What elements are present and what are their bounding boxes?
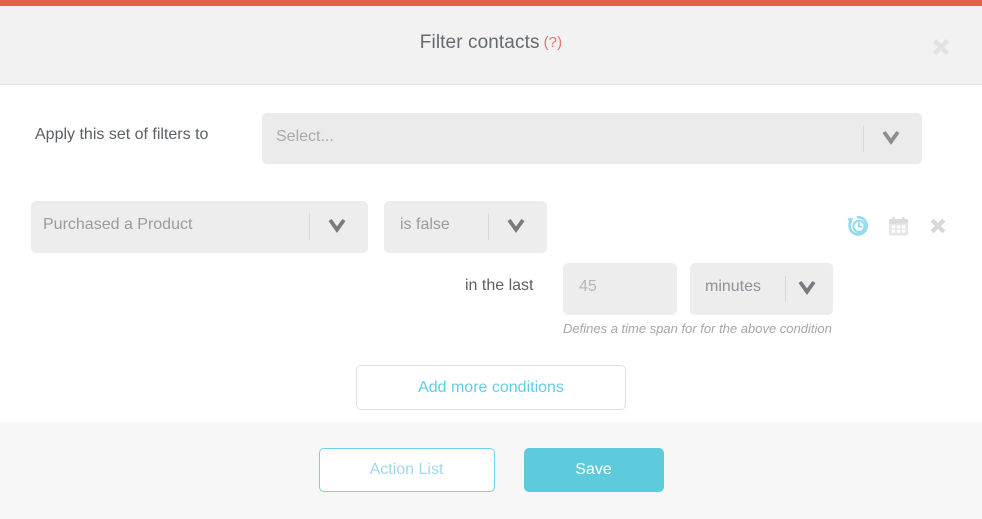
apply-filters-row: Apply this set of filters to Select...	[0, 113, 982, 164]
condition-field-select[interactable]: Purchased a Product	[31, 201, 368, 253]
time-span-row: in the last 45 minutes Defines a time sp…	[0, 263, 982, 336]
time-span-amount-placeholder: 45	[579, 278, 597, 295]
time-span-unit-select[interactable]: minutes	[690, 263, 833, 315]
chevron-down-icon[interactable]	[879, 130, 903, 147]
apply-filters-label: Apply this set of filters to	[35, 126, 209, 143]
remove-condition-icon[interactable]	[924, 212, 952, 240]
modal-header: Filter contacts (?)	[0, 6, 982, 85]
chevron-down-icon[interactable]	[795, 280, 819, 297]
modal-footer: Action List Save	[0, 422, 982, 519]
chevron-down-icon[interactable]	[325, 218, 349, 235]
save-button[interactable]: Save	[523, 448, 664, 492]
calendar-icon[interactable]	[884, 212, 912, 240]
help-marker[interactable]: (?)	[544, 34, 563, 51]
apply-filters-select-placeholder: Select...	[276, 128, 334, 145]
condition-field-value: Purchased a Product	[43, 216, 193, 233]
time-span-amount-input[interactable]: 45	[563, 263, 677, 315]
time-span-help-text: Defines a time span for for the above co…	[563, 321, 832, 336]
time-span-unit-value: minutes	[705, 278, 762, 295]
add-more-conditions-button[interactable]: Add more conditions	[356, 365, 626, 410]
condition-row-actions	[844, 212, 952, 240]
action-list-button[interactable]: Action List	[318, 448, 495, 492]
close-icon[interactable]	[924, 30, 958, 64]
select-divider	[309, 213, 310, 240]
condition-operator-value: is false	[400, 216, 450, 233]
page-title: Filter contacts (?)	[0, 32, 982, 54]
select-divider	[488, 213, 489, 240]
select-divider	[863, 125, 864, 152]
apply-filters-select[interactable]: Select...	[262, 113, 922, 164]
chevron-down-icon[interactable]	[504, 218, 528, 235]
time-span-icon[interactable]	[844, 212, 872, 240]
footer-buttons: Action List Save	[0, 448, 982, 492]
modal-body: Apply this set of filters to Select... P…	[0, 86, 982, 422]
in-the-last-label: in the last	[465, 277, 534, 294]
condition-operator-select[interactable]: is false	[384, 201, 547, 253]
page-title-text: Filter contacts	[419, 32, 540, 53]
condition-row: Purchased a Product is false	[0, 201, 982, 253]
select-divider	[785, 276, 786, 302]
